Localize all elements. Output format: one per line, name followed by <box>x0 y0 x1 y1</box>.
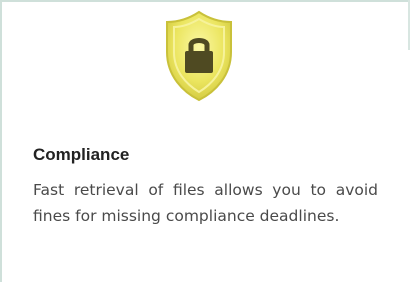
feature-card: Compliance Fast retrieval of files allow… <box>0 0 410 282</box>
feature-title: Compliance <box>33 145 130 164</box>
shield-lock-icon <box>163 8 235 104</box>
card-border-top <box>0 0 410 2</box>
feature-description: Fast retrieval of files allows you to av… <box>33 181 378 225</box>
card-border-left <box>0 0 2 282</box>
